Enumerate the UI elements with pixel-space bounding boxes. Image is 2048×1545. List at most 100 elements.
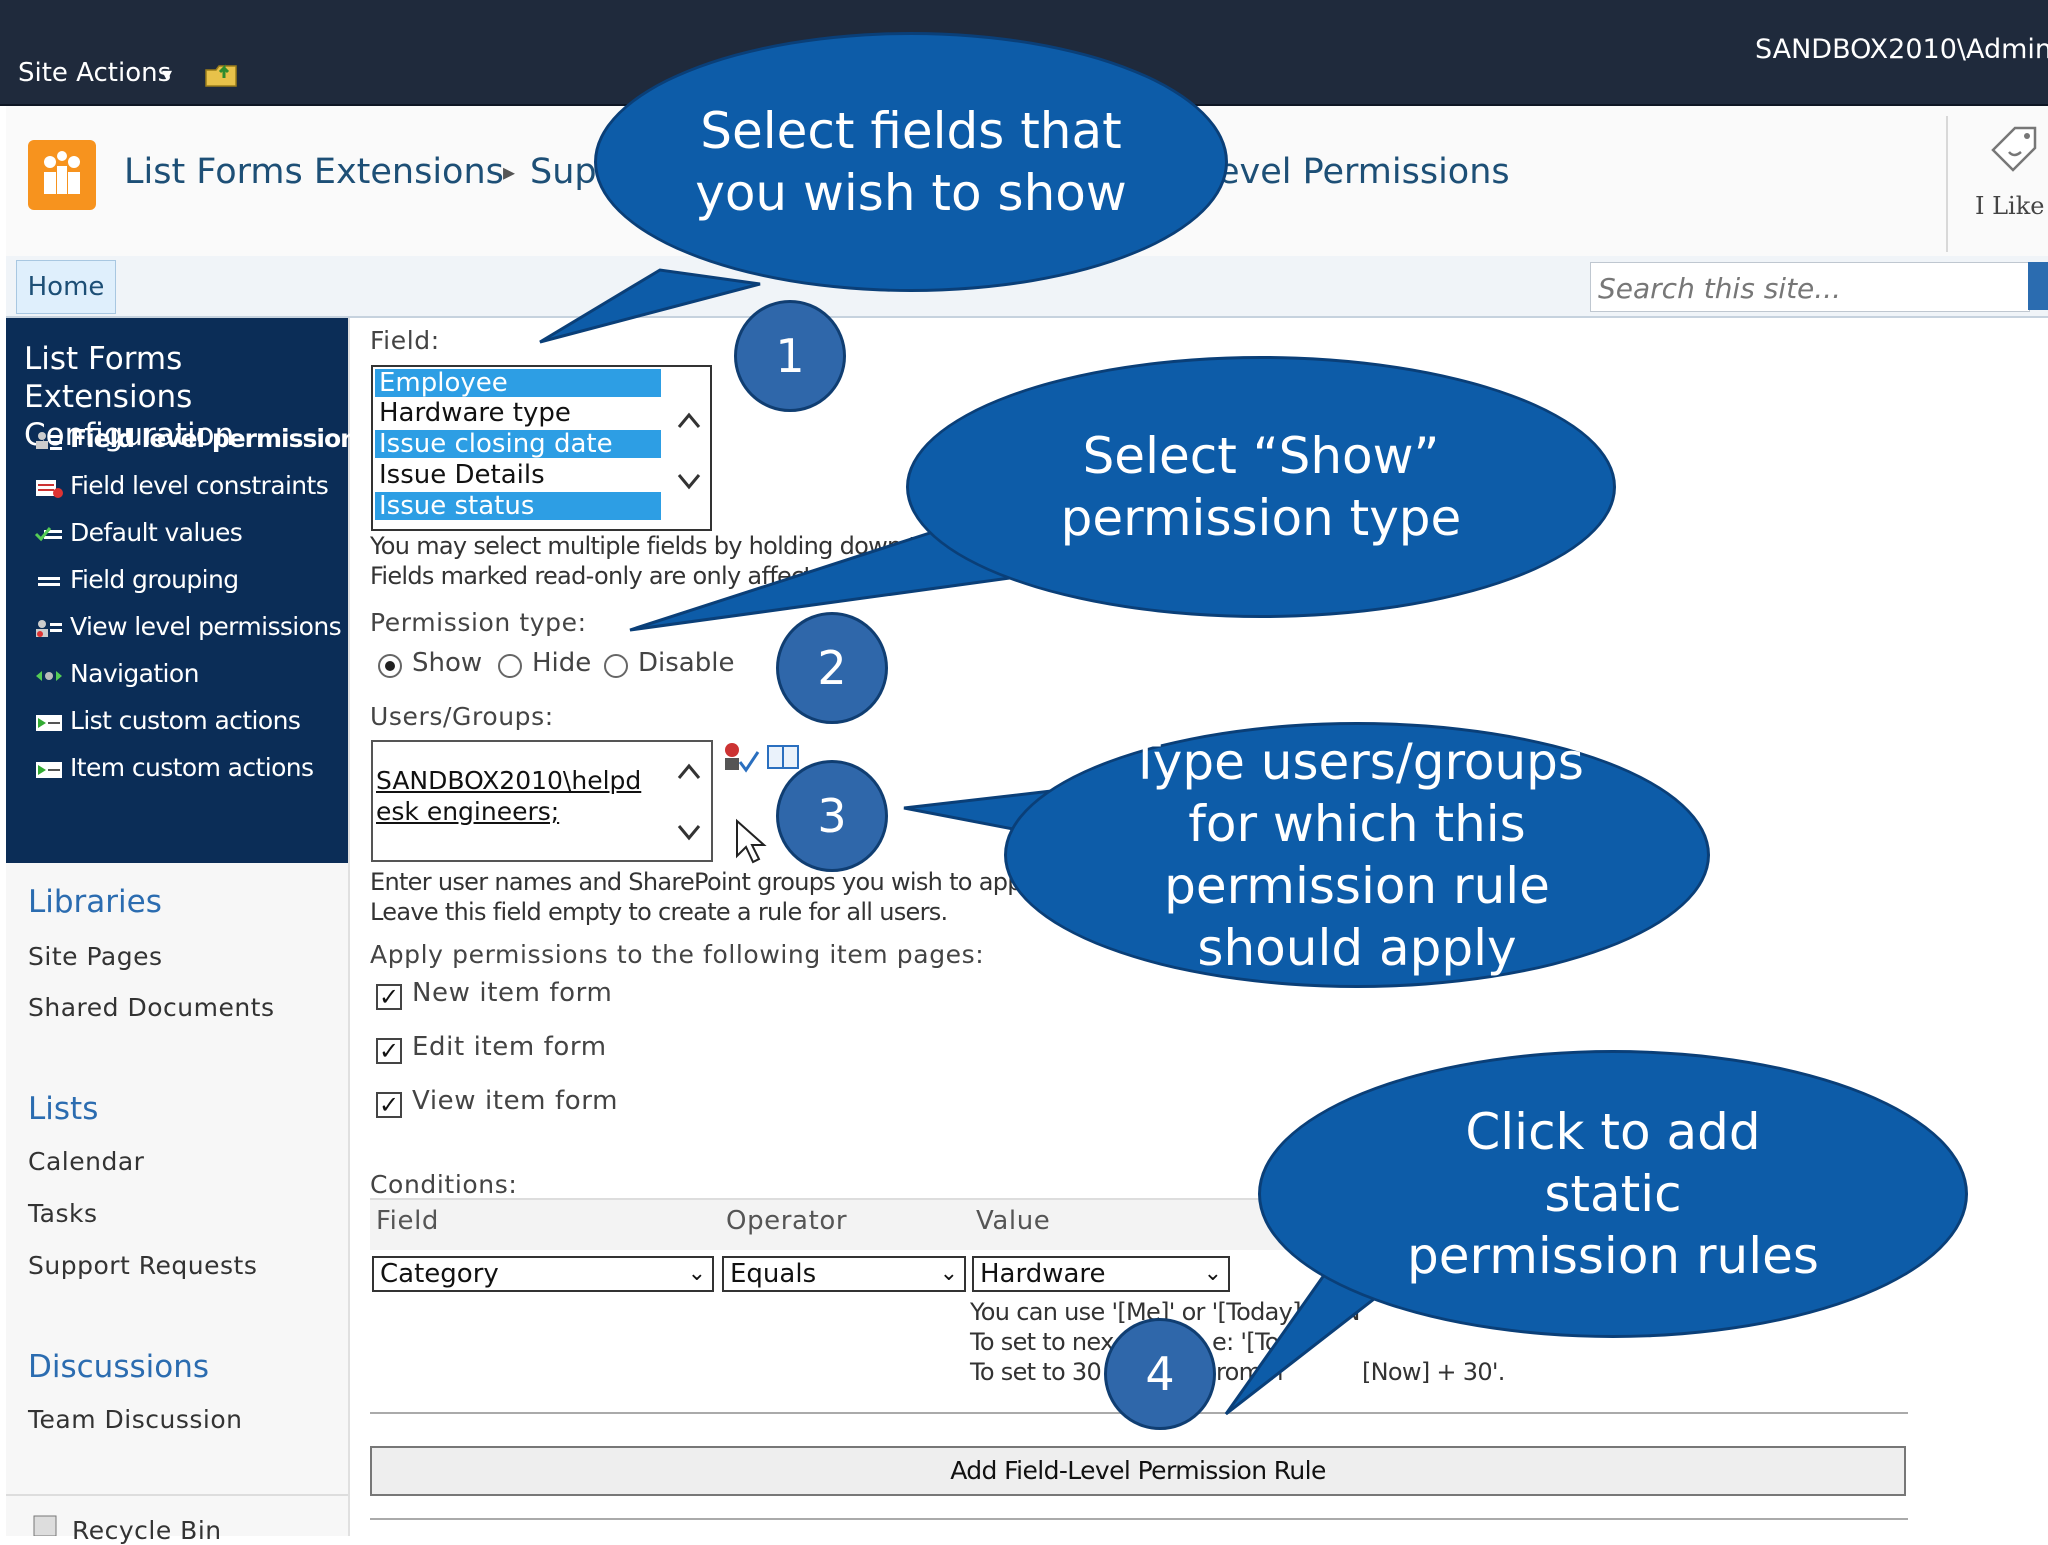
chevron-up-icon [677, 412, 701, 428]
checkbox-view-item-form[interactable]: ✓ [376, 1092, 402, 1118]
field-option[interactable]: Issue closing date [375, 430, 661, 458]
users-groups-value[interactable]: SANDBOX2010\helpdesk engineers; [376, 765, 646, 827]
step-number-4: 4 [1104, 1318, 1216, 1430]
sidebar-item-label: Field grouping [70, 565, 239, 594]
callout-text: Select fields that you wish to show [695, 102, 1127, 222]
conditions-label: Conditions: [370, 1170, 518, 1199]
sidebar-item-label: Default values [70, 518, 243, 547]
sidebar-item-field-grouping[interactable]: Field grouping [34, 565, 239, 594]
sidebar-item-default-values[interactable]: Default values [34, 518, 243, 547]
condition-operator-select[interactable]: Equals ⌄ [722, 1256, 966, 1292]
callout-text: Type users/groups for which this permiss… [1130, 733, 1584, 977]
address-book-icon[interactable] [766, 742, 802, 772]
condition-operator-value: Equals [730, 1259, 817, 1289]
value-help-text: [Now] + 30'. [1362, 1358, 1505, 1386]
breadcrumb-root[interactable]: List Forms Extensions [124, 152, 504, 192]
value-help-text: rom n [1216, 1358, 1283, 1386]
value-help-text: To set to nex [970, 1328, 1114, 1356]
add-permission-rule-button[interactable]: Add Field-Level Permission Rule [370, 1446, 1906, 1496]
sidebar-item-label: View level permissions [70, 612, 342, 641]
search-button[interactable] [2028, 262, 2048, 310]
page-title: evel Permissions [1218, 152, 1510, 192]
quicklaunch-item[interactable]: Support Requests [28, 1251, 257, 1280]
sidebar-item-field-level-constraints[interactable]: Field level constraints [34, 471, 329, 500]
recycle-bin-icon [33, 1515, 57, 1536]
step-number-3: 3 [776, 760, 888, 872]
quicklaunch-lists-heading[interactable]: Lists [28, 1091, 98, 1127]
users-help-text: Enter user names and SharePoint groups y… [370, 868, 1058, 896]
field-option[interactable]: Employee [375, 369, 661, 397]
value-help-text: To set to 30 [970, 1358, 1102, 1386]
quicklaunch-item[interactable]: Calendar [28, 1147, 144, 1176]
radio-show[interactable] [378, 654, 402, 678]
i-like-it-button[interactable]: I Like I [1975, 192, 2048, 220]
tab-home[interactable]: Home [16, 260, 116, 314]
site-actions-menu[interactable]: Site Actions [18, 58, 171, 88]
sidebar-item-label: Item custom actions [70, 753, 314, 782]
field-constraints-icon [34, 476, 64, 498]
recycle-bin-link[interactable]: Recycle Bin [72, 1516, 222, 1545]
sidebar-item-list-custom-actions[interactable]: List custom actions [34, 706, 301, 735]
mouse-cursor-icon [736, 818, 767, 864]
view-permissions-icon [34, 617, 64, 639]
checkbox-label: View item form [412, 1086, 618, 1116]
callout-3: Type users/groups for which this permiss… [1004, 722, 1710, 988]
sidebar-item-view-level-permissions[interactable]: View level permissions [34, 612, 342, 641]
sidebar-item-item-custom-actions[interactable]: Item custom actions [34, 753, 314, 782]
chevron-down-icon: ⌄ [1203, 1261, 1222, 1286]
radio-show-label: Show [412, 648, 483, 678]
quicklaunch-discussions-heading[interactable]: Discussions [28, 1349, 209, 1385]
field-help-text: You may select multiple fields by holdin… [370, 532, 946, 560]
checkbox-edit-item-form[interactable]: ✓ [376, 1038, 402, 1064]
chevron-down-icon: ⌄ [939, 1261, 958, 1286]
field-option[interactable]: Issue Details [375, 461, 661, 489]
field-help-text: Fields marked read-only are only affecte… [370, 562, 842, 590]
apply-pages-label: Apply permissions to the following item … [370, 940, 985, 969]
condition-value-select[interactable]: Hardware ⌄ [972, 1256, 1230, 1292]
callout-2: Select “Show” permission type [906, 356, 1616, 618]
divider [1946, 116, 1948, 252]
scrollbar[interactable] [672, 367, 706, 527]
sidebar-item-field-level-permissions[interactable]: Field level permissions [34, 424, 372, 453]
field-option[interactable]: Issue status [375, 492, 661, 520]
search-placeholder: Search this site... [1598, 272, 1841, 305]
radio-hide-label: Hide [532, 648, 592, 678]
quicklaunch-libraries-heading[interactable]: Libraries [28, 884, 162, 920]
condition-value-value: Hardware [980, 1259, 1106, 1289]
tag-icon[interactable] [1985, 122, 2041, 178]
radio-hide[interactable] [498, 654, 522, 678]
field-label: Field: [370, 326, 440, 355]
field-grouping-icon [34, 570, 64, 592]
checkbox-new-item-form[interactable]: ✓ [376, 984, 402, 1010]
quicklaunch-item[interactable]: Shared Documents [28, 993, 275, 1022]
breadcrumb-middle[interactable]: Sup [530, 152, 597, 192]
checkbox-label: New item form [412, 978, 613, 1008]
navigate-up-icon[interactable] [204, 58, 238, 88]
chevron-down-icon[interactable]: ▾ [162, 62, 172, 86]
scrollbar[interactable] [672, 744, 706, 854]
divider [348, 318, 350, 1536]
sidebar-item-label: Field level constraints [70, 471, 329, 500]
column-header-operator: Operator [726, 1206, 848, 1236]
site-logo-icon[interactable] [28, 140, 96, 210]
quicklaunch-item[interactable]: Team Discussion [28, 1405, 242, 1434]
value-help-text: e: '[Tod [1212, 1328, 1294, 1356]
callout-text: Click to add static permission rules [1407, 1103, 1819, 1285]
callout-4: Click to add static permission rules [1258, 1050, 1968, 1338]
radio-disable[interactable] [604, 654, 628, 678]
sidebar-item-label: Navigation [70, 659, 199, 688]
users-help-text: Leave this field empty to create a rule … [370, 898, 948, 926]
field-option[interactable]: Hardware type [375, 399, 661, 427]
quicklaunch-item[interactable]: Tasks [28, 1199, 97, 1228]
column-header-field: Field [376, 1206, 440, 1236]
default-values-icon [34, 523, 64, 545]
item-actions-icon [34, 758, 64, 780]
sidebar-item-label: List custom actions [70, 706, 301, 735]
check-names-icon[interactable] [720, 740, 760, 776]
permission-type-label: Permission type: [370, 608, 587, 637]
chevron-down-icon [677, 474, 701, 490]
user-menu[interactable]: SANDBOX2010\Adminis [1755, 34, 2048, 65]
quicklaunch-item[interactable]: Site Pages [28, 942, 163, 971]
sidebar-item-navigation[interactable]: Navigation [34, 659, 199, 688]
condition-field-select[interactable]: Category ⌄ [372, 1256, 714, 1292]
